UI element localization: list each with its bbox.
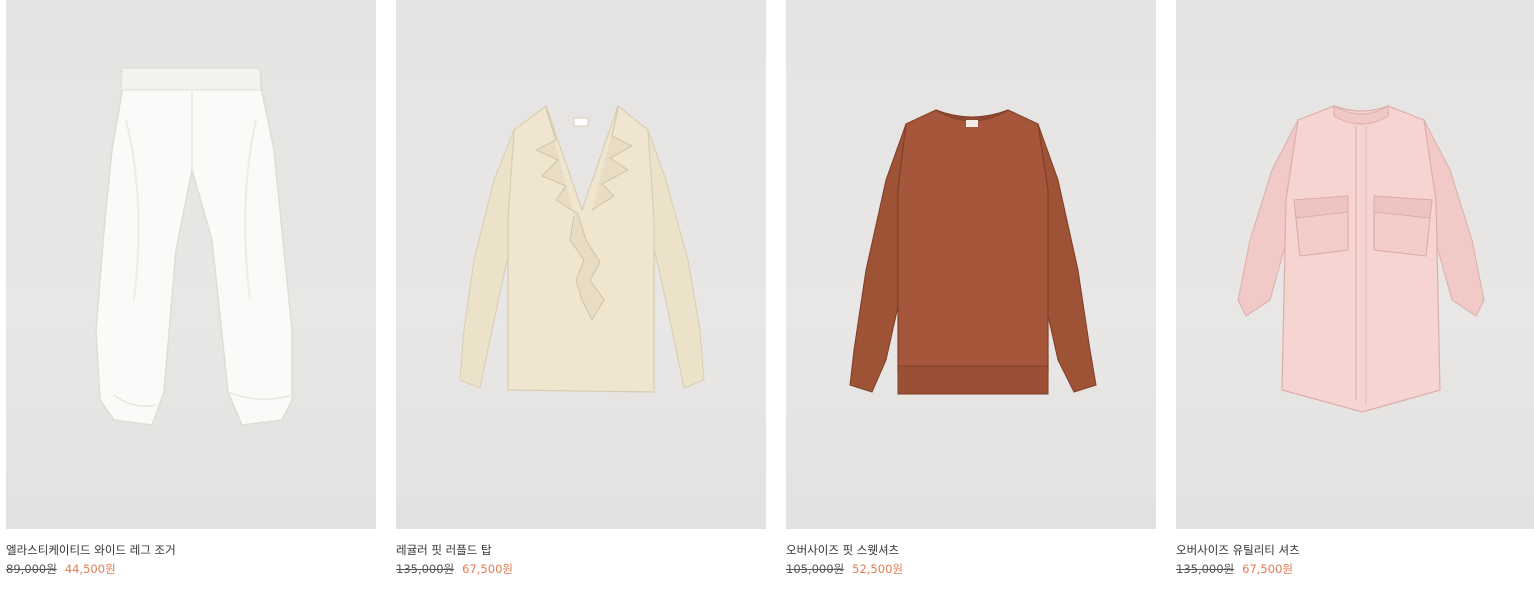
sale-price: 67,500원 [462,562,513,576]
product-prices: 89,000원 44,500원 [6,562,376,577]
product-name[interactable]: 레귤러 핏 러플드 탑 [396,543,766,558]
product-image[interactable] [396,0,766,529]
original-price: 135,000원 [1176,562,1235,576]
product-prices: 105,000원 52,500원 [786,562,1156,577]
product-card-utility-shirt[interactable]: 오버사이즈 유틸리티 셔츠 135,000원 67,500원 [1176,0,1534,577]
original-price: 89,000원 [6,562,57,576]
pink-utility-shirt-image [1237,105,1485,413]
product-name[interactable]: 엘라스티케이티드 와이드 레그 조거 [6,543,376,558]
product-card-ruffled-top[interactable]: 레귤러 핏 러플드 탑 135,000원 67,500원 [396,0,766,577]
sale-price: 67,500원 [1242,562,1293,576]
product-card-joggers[interactable]: 엘라스티케이티드 와이드 레그 조거 89,000원 44,500원 [6,0,376,577]
product-prices: 135,000원 67,500원 [396,562,766,577]
product-image[interactable] [1176,0,1534,529]
product-image[interactable] [786,0,1156,529]
product-name[interactable]: 오버사이즈 핏 스웻셔츠 [786,543,1156,558]
sale-price: 44,500원 [64,562,116,576]
product-card-sweatshirt[interactable]: 오버사이즈 핏 스웻셔츠 105,000원 52,500원 [786,0,1156,577]
white-pants-image [95,67,293,426]
cream-ruffled-blouse-image [459,105,705,393]
original-price: 105,000원 [786,562,845,576]
product-grid: 엘라스티케이티드 와이드 레그 조거 89,000원 44,500원 레귤러 핏 … [6,0,1534,577]
product-prices: 135,000원 67,500원 [1176,562,1534,577]
original-price: 135,000원 [396,562,455,576]
product-name[interactable]: 오버사이즈 유틸리티 셔츠 [1176,543,1534,558]
sale-price: 52,500원 [852,562,903,576]
brown-sweatshirt-image [849,109,1097,395]
product-image[interactable] [6,0,376,529]
